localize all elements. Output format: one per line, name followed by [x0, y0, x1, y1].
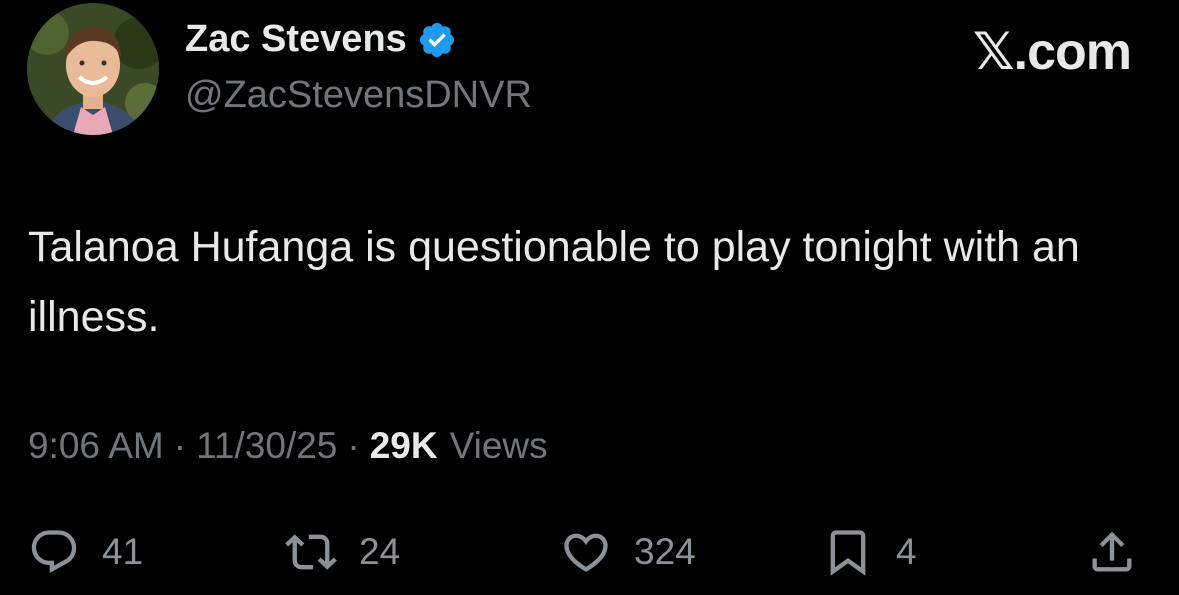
reply-icon: [31, 530, 77, 574]
repost-count: 24: [359, 531, 401, 572]
meta-separator: ·: [173, 425, 187, 466]
repost-button[interactable]: 24: [285, 520, 400, 584]
profile-photo: [27, 3, 159, 135]
action-bar: 41 24 324 4: [0, 520, 1179, 584]
tweet-time[interactable]: 9:06 AM: [28, 425, 164, 467]
avatar[interactable]: [27, 3, 159, 135]
tweet-text: Talanoa Hufanga is questionable to play …: [28, 223, 1080, 341]
tweet-meta: 9:06 AM · 11/30/25 · 29K Views: [28, 425, 548, 467]
views-label: Views: [449, 425, 548, 466]
author-handle[interactable]: @ZacStevensDNVR: [185, 74, 532, 117]
bookmark-icon: [830, 530, 866, 576]
meta-separator: ·: [347, 425, 360, 466]
reply-button[interactable]: 41: [28, 520, 143, 584]
share-icon: [1092, 531, 1132, 572]
bookmark-button[interactable]: 4: [822, 520, 917, 584]
author-display-name[interactable]: Zac Stevens: [185, 18, 407, 61]
like-button[interactable]: 324: [560, 520, 696, 584]
verified-badge-icon: [417, 20, 457, 60]
bookmark-count: 4: [896, 531, 917, 572]
repost-icon: [285, 534, 337, 570]
like-count: 324: [634, 531, 696, 572]
views-count[interactable]: 29K: [370, 425, 438, 467]
brand-label: 𝕏.com: [972, 23, 1132, 81]
share-button[interactable]: [1086, 520, 1138, 584]
author-display-name-row[interactable]: Zac Stevens: [185, 18, 457, 61]
tweet-date[interactable]: 11/30/25: [196, 425, 337, 467]
heart-icon: [564, 533, 608, 572]
reply-count: 41: [102, 531, 144, 572]
